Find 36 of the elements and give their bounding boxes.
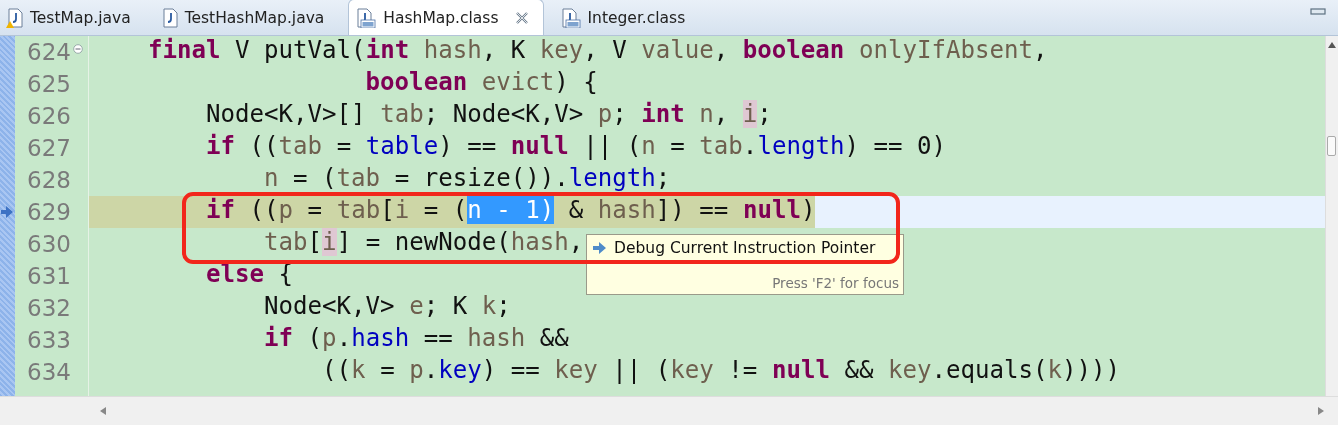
code-line: if ((tab = table) == null || (n = tab.length) == 0) — [205, 132, 946, 162]
editor-tab[interactable]: HashMap.class — [348, 0, 544, 35]
code-line: if (p.hash == hash && — [263, 324, 569, 354]
line-number: 626 — [27, 103, 71, 129]
line-number: 625 — [27, 71, 71, 97]
line-number: 632 — [27, 295, 71, 321]
code-line: else { — [205, 260, 294, 290]
line-number: 628 — [27, 167, 71, 193]
instruction-pointer-icon — [1, 206, 13, 218]
scrollbar-thumb[interactable] — [1327, 136, 1336, 156]
line-number: 630 — [27, 231, 71, 257]
line-number: 627 — [27, 135, 71, 161]
line-number: 629 — [27, 199, 71, 225]
scroll-right-icon[interactable] — [1318, 407, 1324, 415]
line-number: 624 — [27, 39, 71, 65]
tooltip-title: Debug Current Instruction Pointer — [614, 239, 876, 257]
editor-tab[interactable]: TestHashMap.java — [154, 1, 339, 35]
scroll-up-icon[interactable] — [1328, 42, 1336, 48]
code-line: boolean evict) { — [364, 68, 598, 98]
close-icon[interactable] — [514, 10, 529, 25]
code-line: Node<K,V>[] tab; Node<K,V> p; int n, i; — [205, 100, 772, 130]
code-line: n = (tab = resize()).length; — [263, 164, 671, 194]
collapse-icon[interactable] — [72, 44, 83, 54]
line-number: 633 — [27, 327, 71, 353]
tooltip-hint: Press 'F2' for focus — [772, 275, 900, 293]
line-number: 631 — [27, 263, 71, 289]
arrow-icon — [593, 242, 606, 254]
editor-tab[interactable]: Integer.class — [553, 1, 700, 35]
minimize-icon[interactable] — [1310, 8, 1326, 16]
code-line: tab[i] = newNode(hash, — [263, 228, 584, 258]
editor-tab[interactable]: TestMap.java — [0, 1, 145, 35]
code-line: final V putVal(int hash, K key, V value, boolean onlyIfAbsent, — [147, 36, 1048, 66]
code-line: Node<K,V> e; K k; — [263, 292, 511, 322]
line-number: 634 — [27, 359, 71, 385]
scroll-left-icon[interactable] — [100, 407, 106, 415]
code-line: ((k = p.key) == key || (key != null && key.equals(k)))) — [321, 356, 1121, 386]
